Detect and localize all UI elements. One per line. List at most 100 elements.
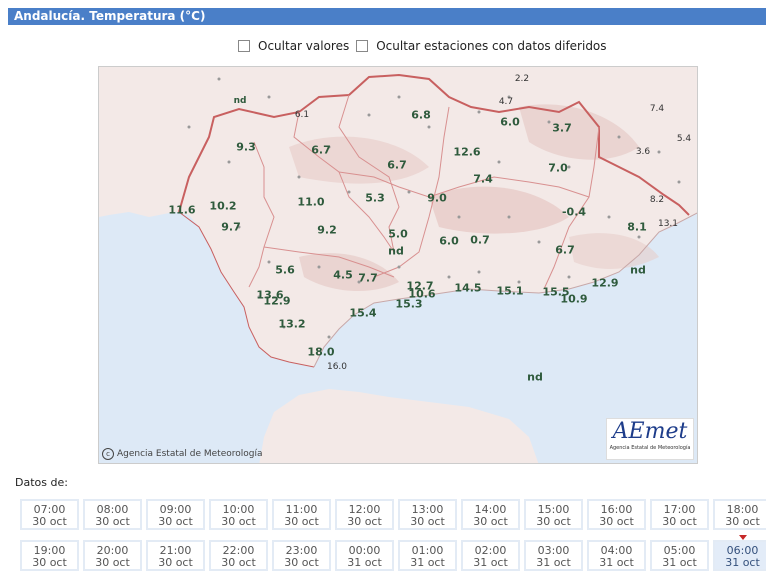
map-value: 12.6 bbox=[453, 145, 481, 159]
date-label: 31 oct bbox=[599, 556, 634, 569]
time-button[interactable]: 08:00 30 oct bbox=[83, 499, 142, 530]
date-label: 31 oct bbox=[662, 556, 697, 569]
map-value: -0.4 bbox=[561, 205, 587, 219]
map-value: 8.1 bbox=[627, 220, 647, 234]
selected-marker-icon bbox=[738, 535, 747, 540]
time-button[interactable]: 12:00 30 oct bbox=[335, 499, 394, 530]
map-value: 6.0 bbox=[439, 234, 459, 248]
date-label: 30 oct bbox=[284, 556, 319, 569]
map-value: 11.0 bbox=[297, 195, 325, 209]
map-value: 13.2 bbox=[278, 317, 306, 331]
time-button[interactable]: 17:00 30 oct bbox=[650, 499, 709, 530]
map-value: 12.9 bbox=[263, 294, 291, 308]
date-label: 30 oct bbox=[221, 556, 256, 569]
time-button[interactable]: 21:00 30 oct bbox=[146, 540, 205, 571]
map-value: 9.2 bbox=[317, 223, 337, 237]
date-label: 30 oct bbox=[347, 515, 382, 528]
aemet-logo: AEmet Agencia Estatal de Meteorología bbox=[606, 418, 694, 460]
map-value: 2.2 bbox=[514, 74, 530, 84]
map-value: 7.4 bbox=[649, 104, 665, 114]
time-button[interactable]: 00:00 31 oct bbox=[335, 540, 394, 571]
map-value: 6.8 bbox=[411, 108, 431, 122]
date-label: 30 oct bbox=[32, 515, 67, 528]
map-value: 7.7 bbox=[358, 271, 378, 285]
date-label: 30 oct bbox=[32, 556, 67, 569]
map-value: 9.0 bbox=[427, 191, 447, 205]
time-button[interactable]: 23:00 30 oct bbox=[272, 540, 331, 571]
credit-text: Agencia Estatal de Meteorología bbox=[117, 449, 263, 459]
map-value: 3.6 bbox=[635, 147, 651, 157]
map-value: 3.7 bbox=[552, 121, 572, 135]
date-label: 31 oct bbox=[473, 556, 508, 569]
temperature-map[interactable]: nd 6.1 9.3 6.7 6.8 2.2 4.7 6.0 3.7 7.4 5… bbox=[98, 66, 698, 464]
map-value: 6.1 bbox=[294, 110, 310, 120]
date-label: 31 oct bbox=[410, 556, 445, 569]
map-value: 13.1 bbox=[657, 219, 679, 229]
time-button[interactable]: 05:00 31 oct bbox=[650, 540, 709, 571]
hide-values-checkbox[interactable] bbox=[238, 40, 250, 52]
map-value: 16.0 bbox=[326, 362, 348, 372]
map-value: 0.7 bbox=[470, 233, 490, 247]
time-button[interactable]: 03:00 31 oct bbox=[524, 540, 583, 571]
map-value: nd bbox=[388, 244, 404, 258]
map-value: 4.7 bbox=[498, 97, 514, 107]
time-button[interactable]: 14:00 30 oct bbox=[461, 499, 520, 530]
map-value: 9.3 bbox=[236, 140, 256, 154]
time-button[interactable]: 18:00 30 oct bbox=[713, 499, 766, 530]
time-button[interactable]: 22:00 30 oct bbox=[209, 540, 268, 571]
date-label: 30 oct bbox=[662, 515, 697, 528]
time-button[interactable]: 19:00 30 oct bbox=[20, 540, 79, 571]
map-background bbox=[99, 67, 697, 463]
date-label: 31 oct bbox=[347, 556, 382, 569]
page-title: Andalucía. Temperatura (°C) bbox=[8, 8, 766, 25]
date-label: 30 oct bbox=[158, 556, 193, 569]
map-value: 5.4 bbox=[676, 134, 692, 144]
map-value: 9.7 bbox=[221, 220, 241, 234]
map-value: 6.7 bbox=[311, 143, 331, 157]
map-value: 7.4 bbox=[473, 172, 493, 186]
map-value: 8.2 bbox=[649, 195, 665, 205]
map-value: 10.9 bbox=[560, 292, 588, 306]
map-value: 6.0 bbox=[500, 115, 520, 129]
map-value: 15.3 bbox=[395, 297, 423, 311]
map-value: 5.6 bbox=[275, 263, 295, 277]
map-value: 10.2 bbox=[209, 199, 237, 213]
time-button[interactable]: 11:00 30 oct bbox=[272, 499, 331, 530]
map-credit: c Agencia Estatal de Meteorología bbox=[102, 448, 263, 460]
time-button[interactable]: 02:00 31 oct bbox=[461, 540, 520, 571]
date-label: 30 oct bbox=[473, 515, 508, 528]
hide-values-option[interactable]: Ocultar valores bbox=[238, 39, 349, 53]
date-label: 30 oct bbox=[95, 515, 130, 528]
date-label: 30 oct bbox=[599, 515, 634, 528]
map-value: 4.5 bbox=[333, 268, 353, 282]
time-button[interactable]: 20:00 30 oct bbox=[83, 540, 142, 571]
time-button[interactable]: 13:00 30 oct bbox=[398, 499, 457, 530]
options-bar: Ocultar valores Ocultar estaciones con d… bbox=[238, 39, 614, 53]
date-label: 30 oct bbox=[410, 515, 445, 528]
map-value: 7.0 bbox=[548, 161, 568, 175]
time-button[interactable]: 06:00 31 oct bbox=[713, 535, 766, 571]
time-button[interactable]: 15:00 30 oct bbox=[524, 499, 583, 530]
time-button[interactable]: 16:00 30 oct bbox=[587, 499, 646, 530]
time-button[interactable]: 09:00 30 oct bbox=[146, 499, 205, 530]
time-button[interactable]: 07:00 30 oct bbox=[20, 499, 79, 530]
map-value: 11.6 bbox=[168, 203, 196, 217]
date-label: 30 oct bbox=[221, 515, 256, 528]
map-value: nd bbox=[233, 96, 247, 106]
time-button[interactable]: 04:00 31 oct bbox=[587, 540, 646, 571]
hide-stations-checkbox[interactable] bbox=[356, 40, 369, 52]
map-value: 5.0 bbox=[388, 227, 408, 241]
logo-subtitle: Agencia Estatal de Meteorología bbox=[609, 445, 691, 451]
date-label: 30 oct bbox=[158, 515, 193, 528]
time-button[interactable]: 10:00 30 oct bbox=[209, 499, 268, 530]
hide-values-label: Ocultar valores bbox=[258, 39, 350, 53]
map-value: 18.0 bbox=[307, 345, 335, 359]
hide-stations-option[interactable]: Ocultar estaciones con datos diferidos bbox=[356, 39, 607, 53]
map-value: 15.4 bbox=[349, 306, 377, 320]
map-value: 5.3 bbox=[365, 191, 385, 205]
map-value: 12.9 bbox=[591, 276, 619, 290]
date-label: 30 oct bbox=[725, 515, 760, 528]
map-value: 6.7 bbox=[387, 158, 407, 172]
time-button[interactable]: 01:00 31 oct bbox=[398, 540, 457, 571]
map-value: 15.1 bbox=[496, 284, 524, 298]
